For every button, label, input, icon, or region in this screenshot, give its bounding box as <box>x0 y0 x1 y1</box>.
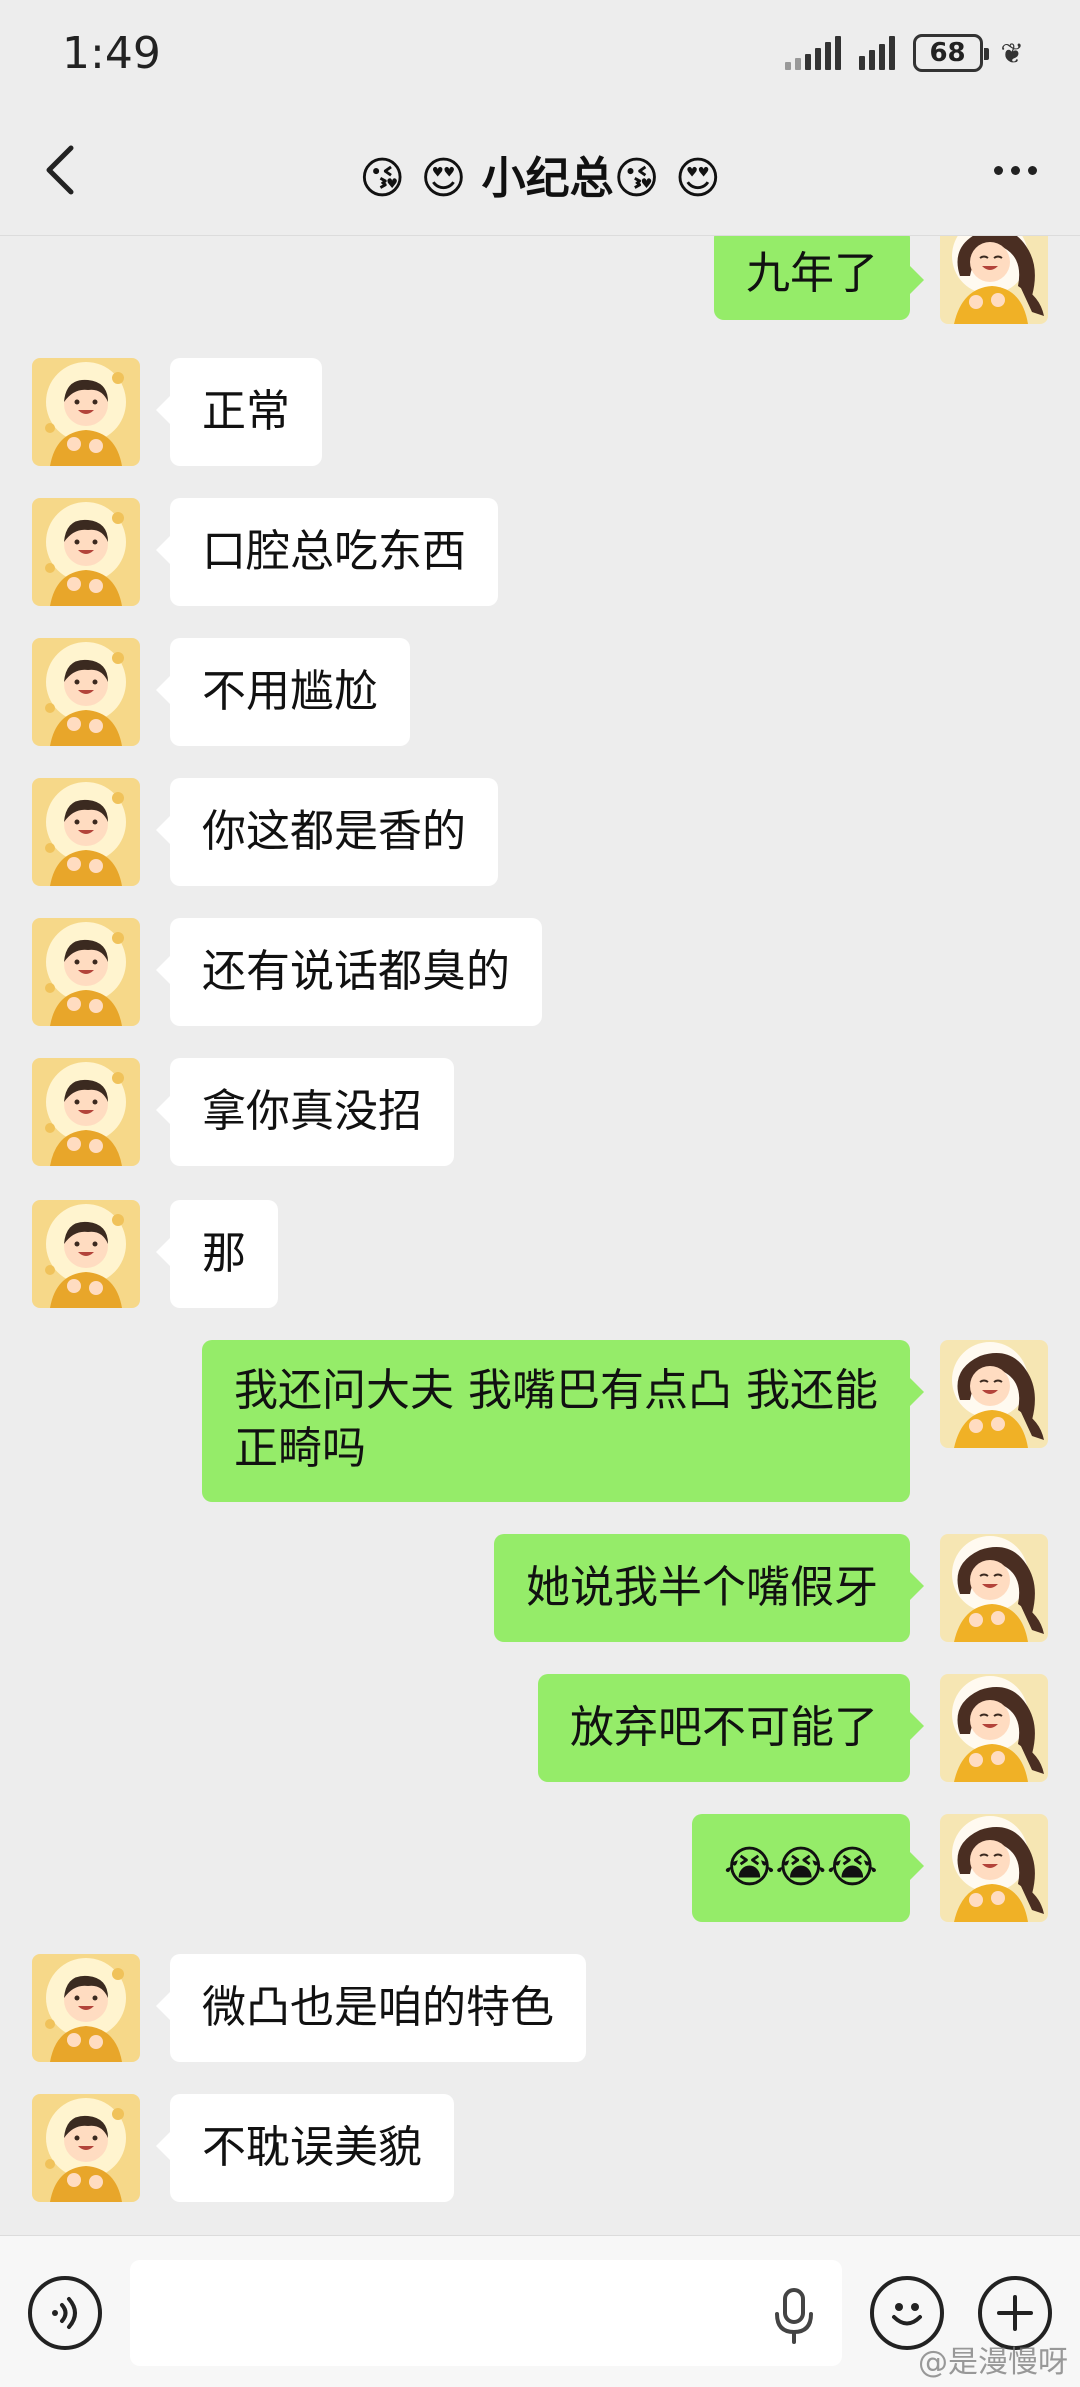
avatar-contact[interactable] <box>32 638 140 746</box>
microphone-icon[interactable] <box>770 2286 818 2346</box>
voice-button[interactable] <box>28 2276 102 2350</box>
message-bubble[interactable]: 我还问大夫 我嘴巴有点凸 我还能 正畸吗 <box>202 1340 924 1502</box>
avatar-self[interactable] <box>940 1814 1048 1922</box>
message-input[interactable] <box>130 2260 842 2366</box>
message-bubble[interactable]: 你这都是香的 <box>156 778 498 886</box>
voice-icon <box>52 2297 77 2329</box>
avatar-self[interactable] <box>940 1534 1048 1642</box>
message-bubble[interactable]: 口腔总吃东西 <box>156 498 498 606</box>
status-time: 1:49 <box>62 28 161 79</box>
message-bubble[interactable]: 拿你真没招 <box>156 1058 454 1166</box>
avatar-self[interactable] <box>940 1340 1048 1448</box>
signal-icon <box>784 36 841 70</box>
avatar-contact[interactable] <box>32 2094 140 2202</box>
message-bubble[interactable]: 那 <box>156 1200 278 1308</box>
message-bubble[interactable]: 放弃吧不可能了 <box>538 1674 924 1782</box>
input-bar: @是漫慢呀 <box>0 2235 1080 2387</box>
message-bubble[interactable]: 😭😭😭 <box>691 1814 925 1922</box>
avatar-contact[interactable] <box>32 358 140 466</box>
message-line: 我还问大夫 我嘴巴有点凸 我还能 <box>234 1365 878 1416</box>
more-icon <box>993 165 1003 175</box>
more-button[interactable] <box>980 140 1050 200</box>
message-bubble[interactable]: 不耽误美貌 <box>156 2094 454 2202</box>
emoji-icon <box>892 2303 922 2326</box>
avatar-contact[interactable] <box>32 1200 140 1308</box>
avatar-contact[interactable] <box>32 498 140 606</box>
message-bubble[interactable]: 微凸也是咱的特色 <box>156 1954 586 2062</box>
message-list[interactable]: 九年了 正常 口腔总吃东西 不用尴尬 你这都是香的 还有说话都臭的 拿你真没招 … <box>0 236 1080 2235</box>
message-bubble[interactable]: 正常 <box>156 358 322 466</box>
plus-icon <box>997 2295 1033 2331</box>
message-bubble[interactable]: 还有说话都臭的 <box>156 918 542 1026</box>
battery-level: 68 <box>929 38 966 68</box>
message-line: 正畸吗 <box>234 1423 367 1474</box>
status-icons: 68 ❦ <box>784 34 1024 72</box>
message-bubble[interactable]: 不用尴尬 <box>156 638 410 746</box>
chat-header: 😘 😍 小纪总😘 😍 <box>0 110 1080 236</box>
avatar-self[interactable] <box>940 236 1048 324</box>
chat-title: 😘 😍 小纪总😘 😍 <box>359 153 721 204</box>
avatar-contact[interactable] <box>32 1058 140 1166</box>
status-bar: 1:49 68 ❦ <box>0 0 1080 110</box>
avatar-contact[interactable] <box>32 778 140 886</box>
avatar-contact[interactable] <box>32 1954 140 2062</box>
message-bubble[interactable]: 九年了 <box>714 236 924 320</box>
battery-icon: 68 <box>912 34 989 72</box>
watermark: @是漫慢呀 <box>918 2345 1068 2380</box>
avatar-contact[interactable] <box>32 918 140 1026</box>
leaf-icon: ❦ <box>1000 36 1024 70</box>
avatar-self[interactable] <box>940 1674 1048 1782</box>
message-bubble[interactable]: 她说我半个嘴假牙 <box>494 1534 924 1642</box>
signal-icon-2 <box>858 36 895 70</box>
